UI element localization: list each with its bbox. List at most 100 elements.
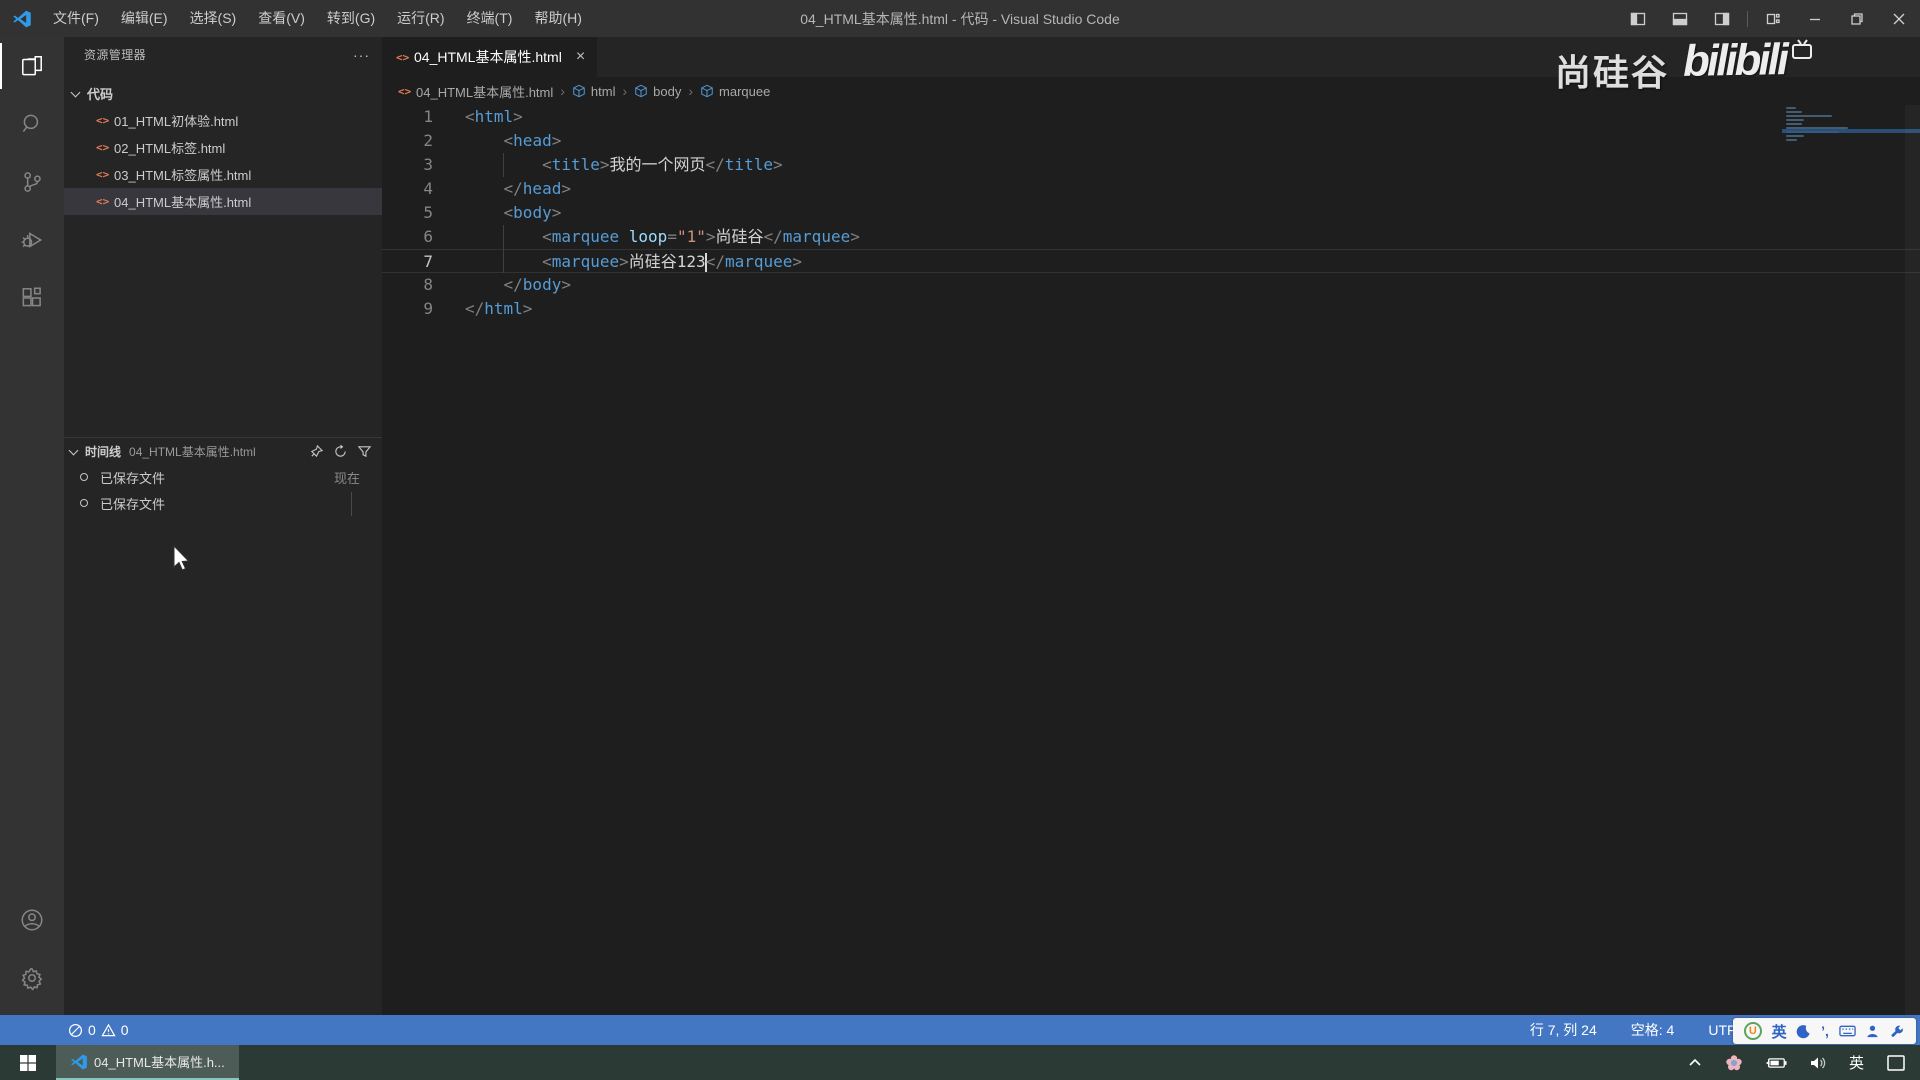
- ime-language-mode[interactable]: 英: [1772, 1021, 1787, 1042]
- line-number: 7: [382, 250, 433, 272]
- status-bar: 0 0 行 7, 列 24 空格: 4 UTF-8: [0, 1015, 1920, 1045]
- person-icon[interactable]: [1865, 1024, 1880, 1039]
- html-file-icon: <>: [96, 195, 114, 208]
- indentation[interactable]: 空格: 4: [1631, 1020, 1675, 1040]
- menu-item[interactable]: 帮助(H): [523, 0, 592, 37]
- close-tab-icon[interactable]: ×: [576, 48, 585, 66]
- menu-item[interactable]: 编辑(E): [110, 0, 179, 37]
- settings-gear-icon[interactable]: [0, 949, 64, 1007]
- html-file-icon: <>: [398, 85, 416, 98]
- code-line[interactable]: 3 <title>我的一个网页</title>: [382, 153, 1920, 177]
- file-name: 04_HTML基本属性.html: [114, 192, 251, 211]
- moon-icon[interactable]: [1796, 1024, 1811, 1039]
- breadcrumb-item[interactable]: html: [572, 84, 616, 99]
- keyboard-icon[interactable]: [1839, 1024, 1856, 1038]
- more-actions-icon[interactable]: ···: [353, 47, 370, 63]
- ime-logo-icon[interactable]: U: [1744, 1022, 1762, 1040]
- account-icon[interactable]: [0, 891, 64, 949]
- source-control-icon[interactable]: [0, 153, 64, 211]
- code-text: <head>: [465, 129, 561, 153]
- timeline-item-label: 已保存文件: [100, 494, 360, 513]
- timeline-item[interactable]: 已保存文件: [64, 490, 382, 516]
- explorer-icon[interactable]: [0, 37, 64, 95]
- file-name: 02_HTML标签.html: [114, 138, 225, 157]
- search-icon[interactable]: [0, 95, 64, 153]
- filter-icon[interactable]: [357, 444, 372, 459]
- menu-item[interactable]: 查看(V): [247, 0, 316, 37]
- breadcrumb-separator: ›: [622, 83, 627, 99]
- file-list: <>01_HTML初体验.html<>02_HTML标签.html<>03_HT…: [64, 107, 382, 215]
- code-line[interactable]: 1<html>: [382, 105, 1920, 129]
- warning-icon: [101, 1023, 116, 1038]
- problems-indicator[interactable]: 0 0: [0, 1022, 129, 1038]
- minimap-line: [1786, 119, 1804, 121]
- customize-layout-icon[interactable]: [1752, 0, 1794, 37]
- minimize-button[interactable]: [1794, 0, 1836, 37]
- toggle-sidebar-icon[interactable]: [1617, 0, 1659, 37]
- breadcrumb-item[interactable]: body: [634, 84, 681, 99]
- minimap-line: [1786, 123, 1802, 125]
- notification-center-icon[interactable]: [1886, 1054, 1906, 1072]
- pin-icon[interactable]: [309, 444, 324, 459]
- restore-button[interactable]: [1836, 0, 1878, 37]
- code-text: <html>: [465, 105, 523, 129]
- ime-punctuation-icon[interactable]: ’,: [1821, 1023, 1829, 1039]
- toggle-panel-icon[interactable]: [1659, 0, 1701, 37]
- code-line[interactable]: 7 <marquee>尚硅谷123</marquee>: [382, 249, 1920, 273]
- line-number: 8: [382, 273, 433, 297]
- editor-scrollbar[interactable]: [1905, 105, 1920, 1015]
- taskbar-app-vscode[interactable]: 04_HTML基本属性.h...: [56, 1045, 239, 1080]
- code-line[interactable]: 5 <body>: [382, 201, 1920, 225]
- code-line[interactable]: 9</html>: [382, 297, 1920, 321]
- volume-icon[interactable]: [1809, 1055, 1827, 1071]
- file-row[interactable]: <>03_HTML标签属性.html: [64, 161, 382, 188]
- taskbar: 04_HTML基本属性.h... 英: [0, 1045, 1920, 1080]
- timeline-header[interactable]: 时间线 04_HTML基本属性.html: [64, 438, 382, 464]
- code-line[interactable]: 4 </head>: [382, 177, 1920, 201]
- run-debug-icon[interactable]: [0, 211, 64, 269]
- toggle-secondary-sidebar-icon[interactable]: [1701, 0, 1743, 37]
- code-text: <marquee>尚硅谷123</marquee>: [465, 250, 802, 272]
- menu-item[interactable]: 终端(T): [456, 0, 524, 37]
- timeline-item[interactable]: 已保存文件现在: [64, 464, 382, 490]
- watermark: 尚硅谷 bilibili: [1555, 36, 1816, 96]
- cursor-position[interactable]: 行 7, 列 24: [1530, 1020, 1597, 1040]
- code-editor[interactable]: 1<html>2 <head>3 <title>我的一个网页</title>4 …: [382, 105, 1920, 1015]
- file-row[interactable]: <>01_HTML初体验.html: [64, 107, 382, 134]
- code-line[interactable]: 6 <marquee loop="1">尚硅谷</marquee>: [382, 225, 1920, 249]
- taskbar-app-label: 04_HTML基本属性.h...: [94, 1052, 225, 1071]
- breadcrumb-label: html: [591, 84, 616, 99]
- battery-icon[interactable]: [1765, 1056, 1787, 1070]
- line-number: 4: [382, 177, 433, 201]
- timeline-file: 04_HTML基本属性.html: [129, 443, 300, 460]
- tab-active[interactable]: <> 04_HTML基本属性.html ×: [382, 37, 597, 77]
- minimap-current-line: [1782, 129, 1920, 133]
- breadcrumb-item[interactable]: <>04_HTML基本属性.html: [398, 82, 553, 101]
- menu-item[interactable]: 运行(R): [386, 0, 455, 37]
- error-count: 0: [88, 1022, 96, 1038]
- code-text: <title>我的一个网页</title>: [465, 153, 783, 177]
- explorer-title: 资源管理器: [84, 46, 353, 63]
- timeline-track: [351, 492, 352, 516]
- menu-item[interactable]: 转到(G): [316, 0, 386, 37]
- close-window-button[interactable]: [1878, 0, 1920, 37]
- file-row[interactable]: <>04_HTML基本属性.html: [64, 188, 382, 215]
- file-row[interactable]: <>02_HTML标签.html: [64, 134, 382, 161]
- minimap[interactable]: [1782, 105, 1920, 325]
- folder-row[interactable]: 代码: [64, 80, 382, 107]
- code-line[interactable]: 8 </body>: [382, 273, 1920, 297]
- menu-item[interactable]: 文件(F): [42, 0, 110, 37]
- tray-chevron-up-icon[interactable]: [1687, 1055, 1703, 1071]
- timeline-item-label: 已保存文件: [100, 468, 334, 487]
- wrench-icon[interactable]: [1890, 1024, 1905, 1039]
- sogou-flower-icon[interactable]: [1725, 1054, 1743, 1072]
- breadcrumb-item[interactable]: marquee: [700, 84, 770, 99]
- code-line[interactable]: 2 <head>: [382, 129, 1920, 153]
- vscode-logo-icon: [12, 9, 32, 29]
- refresh-icon[interactable]: [333, 444, 348, 459]
- start-button[interactable]: [0, 1045, 56, 1080]
- tray-language-indicator[interactable]: 英: [1849, 1052, 1864, 1073]
- extensions-icon[interactable]: [0, 269, 64, 327]
- vscode-icon: [70, 1053, 88, 1071]
- menu-item[interactable]: 选择(S): [179, 0, 248, 37]
